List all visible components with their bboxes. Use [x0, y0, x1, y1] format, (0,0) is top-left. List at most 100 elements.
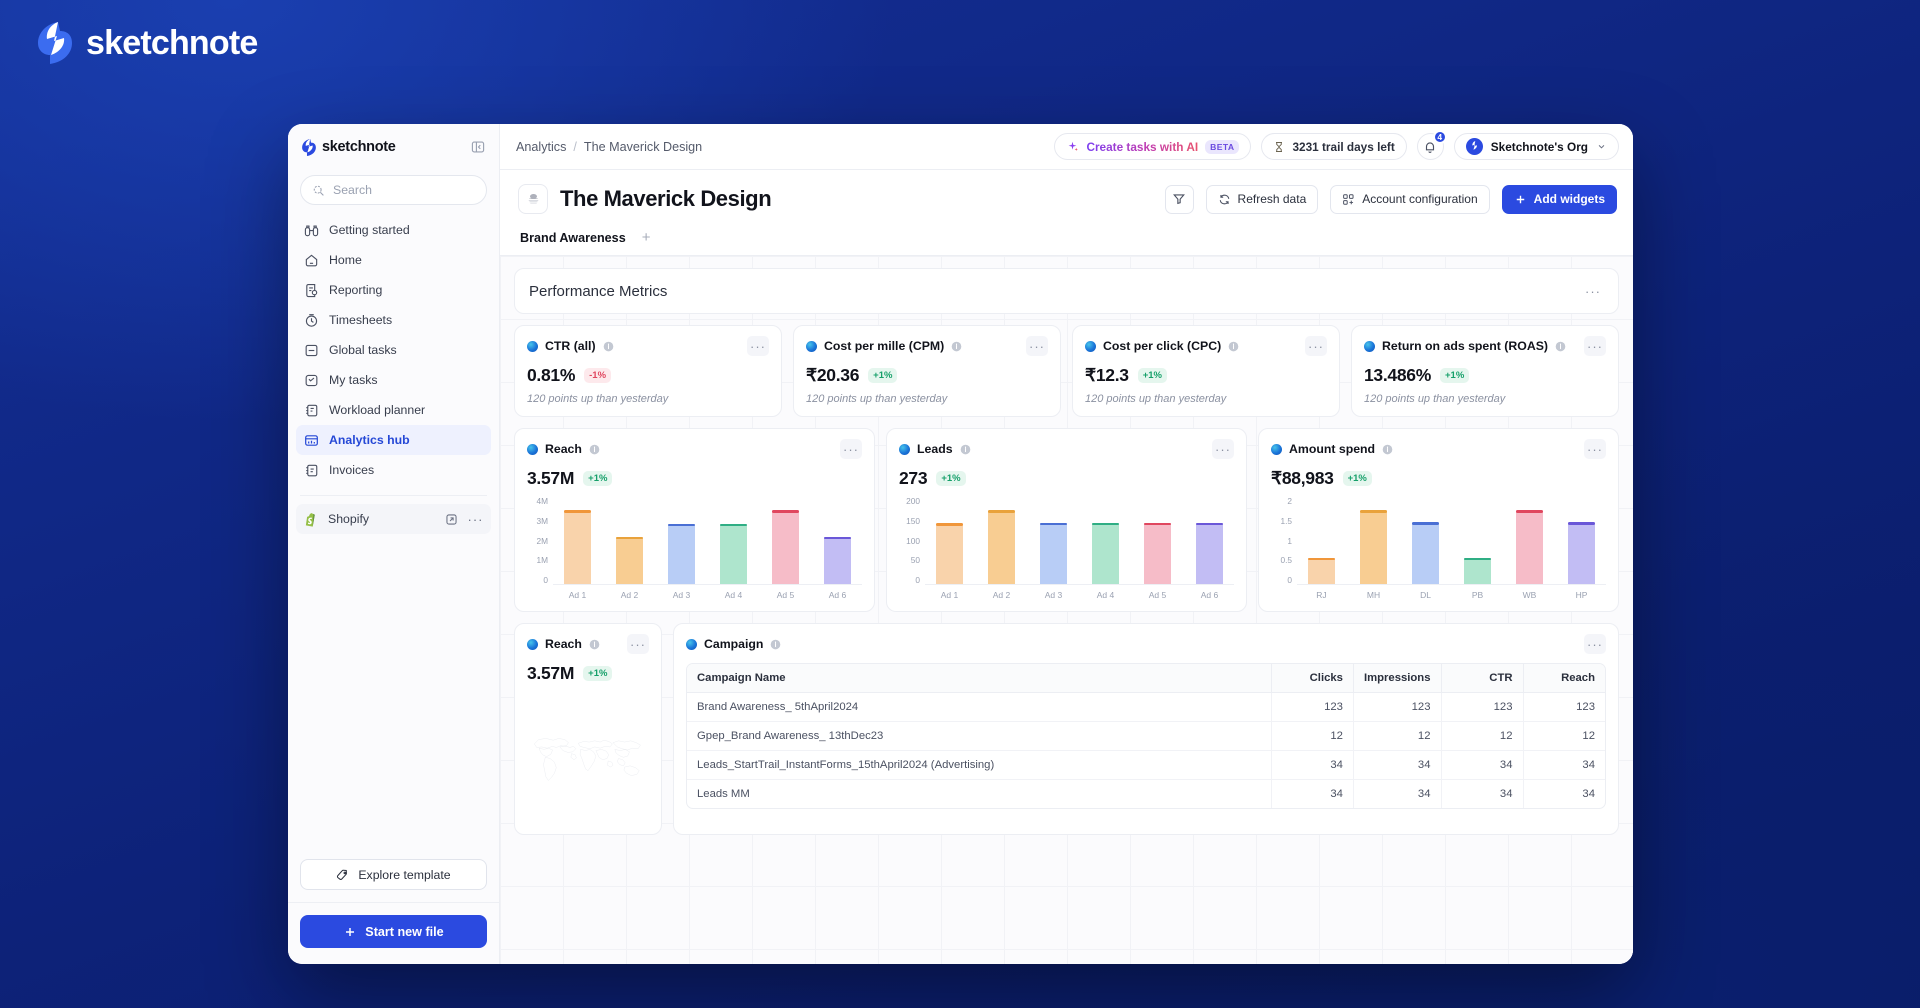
sidebar-item-reporting[interactable]: Reporting	[296, 275, 491, 305]
start-new-file-button[interactable]: Start new file	[300, 915, 487, 948]
filter-button[interactable]	[1164, 184, 1194, 214]
sidebar-item-invoices[interactable]: Invoices	[296, 455, 491, 485]
info-icon[interactable]	[589, 444, 600, 455]
more-icon[interactable]: ···	[1584, 336, 1606, 356]
bar[interactable]	[1039, 522, 1068, 584]
bar-column	[605, 496, 654, 584]
org-name: Sketchnote's Org	[1490, 139, 1588, 154]
bar-column	[1505, 496, 1554, 584]
table-row[interactable]: Brand Awareness_ 5thApril2024 123 123 123 12…	[687, 692, 1605, 722]
more-icon[interactable]: ···	[627, 634, 649, 654]
sidebar-item-timesheets[interactable]: Timesheets	[296, 305, 491, 335]
more-icon[interactable]: ···	[1584, 634, 1606, 654]
binoculars-icon	[304, 223, 319, 238]
table-column-header[interactable]: Clicks	[1271, 664, 1354, 693]
info-icon[interactable]	[589, 639, 600, 650]
bar[interactable]	[563, 510, 592, 584]
add-widgets-button[interactable]: Add widgets	[1501, 184, 1617, 214]
info-icon[interactable]	[1382, 444, 1393, 455]
bars	[925, 496, 1234, 585]
info-icon[interactable]	[603, 341, 614, 352]
add-tab-button[interactable]: +	[642, 229, 651, 250]
bar[interactable]	[1515, 510, 1544, 584]
bar[interactable]	[823, 536, 852, 584]
account-configuration-button[interactable]: Account configuration	[1330, 184, 1490, 214]
bar[interactable]	[1143, 522, 1172, 584]
more-icon[interactable]: ···	[468, 512, 483, 527]
y-tick: 0	[915, 575, 920, 585]
refresh-data-button[interactable]: Refresh data	[1205, 184, 1319, 214]
bar-column	[709, 496, 758, 584]
trial-days-pill[interactable]: 3231 trail days left	[1261, 133, 1407, 160]
bar[interactable]	[1567, 522, 1596, 584]
more-icon[interactable]: ···	[1584, 439, 1606, 459]
x-tick: Ad 3	[672, 590, 691, 600]
sidebar-item-getting-started[interactable]: Getting started	[296, 215, 491, 245]
table-cell: 12	[1441, 721, 1524, 751]
bar[interactable]	[987, 510, 1016, 584]
breadcrumb-root[interactable]: Analytics	[516, 140, 566, 154]
info-icon[interactable]	[1555, 341, 1566, 352]
bar[interactable]	[935, 523, 964, 584]
bar-cap	[667, 523, 696, 526]
bar-cap	[1359, 510, 1388, 513]
kpi-card-cpc: Cost per click (CPC) ··· ₹12.3 +1% 120 p…	[1072, 325, 1340, 417]
x-tick: MH	[1366, 590, 1381, 600]
collapse-panel-icon[interactable]	[469, 138, 487, 156]
kpi-title: CTR (all)	[545, 339, 596, 353]
chart-delta-badge: +1%	[936, 471, 966, 486]
org-selector[interactable]: Sketchnote's Org	[1453, 133, 1619, 160]
kpi-title: Return on ads spent (ROAS)	[1382, 339, 1549, 353]
table-column-header[interactable]: Campaign Name	[687, 664, 1272, 693]
table-column-header[interactable]: Impressions	[1353, 664, 1442, 693]
more-icon[interactable]: ···	[747, 336, 769, 356]
more-icon[interactable]: ···	[1026, 336, 1048, 356]
more-icon[interactable]: ···	[1212, 439, 1234, 459]
notifications-button[interactable]: 4	[1416, 130, 1447, 160]
y-tick: 100	[906, 535, 920, 546]
sidebar-item-analytics-hub[interactable]: Analytics hub	[296, 425, 491, 455]
x-tick: WB	[1522, 590, 1537, 600]
info-icon[interactable]	[960, 444, 971, 455]
table-widget-campaign: Campaign ··· Campaign Name Clicks Impressi…	[673, 623, 1619, 835]
info-icon[interactable]	[770, 639, 781, 650]
more-icon[interactable]: ···	[1305, 336, 1327, 356]
search-input[interactable]: Search	[300, 175, 487, 205]
bar-column	[1557, 496, 1606, 584]
external-link-icon[interactable]	[444, 512, 459, 527]
chart-row: Reach ··· 3.57M +1% 4M 3M 2M 1M 0 Ad 1 Ad 2 Ad…	[514, 428, 1619, 612]
sidebar-item-my-tasks[interactable]: My tasks	[296, 365, 491, 395]
chart-widget-reach: Reach ··· 3.57M +1% 4M 3M 2M 1M 0 Ad 1 Ad 2 Ad…	[514, 428, 875, 612]
create-tasks-with-ai-button[interactable]: Create tasks with AI BETA	[1054, 133, 1252, 160]
table-column-header[interactable]: CTR	[1441, 664, 1524, 693]
bar-cap	[771, 510, 800, 513]
tab-brand-awareness[interactable]: Brand Awareness	[518, 224, 628, 255]
table-row[interactable]: Leads MM 34 34 34 34	[687, 779, 1605, 808]
bar[interactable]	[1307, 557, 1336, 584]
info-icon[interactable]	[951, 341, 962, 352]
bar[interactable]	[1359, 510, 1388, 584]
more-icon[interactable]: ···	[840, 439, 862, 459]
bar[interactable]	[667, 523, 696, 584]
sidebar-app-shopify[interactable]: Shopify ···	[296, 504, 491, 534]
bar[interactable]	[771, 510, 800, 584]
bar[interactable]	[719, 523, 748, 584]
sidebar-item-workload-planner[interactable]: Workload planner	[296, 395, 491, 425]
table-row[interactable]: Leads_StartTrail_InstantForms_15thApril2…	[687, 750, 1605, 780]
bar[interactable]	[615, 536, 644, 584]
bar[interactable]	[1195, 522, 1224, 584]
bar[interactable]	[1411, 522, 1440, 584]
table-column-header[interactable]: Reach	[1523, 664, 1605, 693]
metric-dot-icon	[806, 340, 817, 352]
bar[interactable]	[1463, 557, 1492, 584]
table-title: Campaign	[704, 637, 764, 651]
bar[interactable]	[1091, 522, 1120, 584]
table-row[interactable]: Gpep_Brand Awareness_ 13thDec23 12 12 12 12	[687, 721, 1605, 751]
sidebar-item-global-tasks[interactable]: Global tasks	[296, 335, 491, 365]
more-icon[interactable]: ···	[1582, 281, 1604, 301]
bar-column	[1133, 496, 1182, 584]
info-icon[interactable]	[1228, 341, 1239, 352]
explore-template-button[interactable]: Explore template	[300, 859, 487, 890]
sidebar-item-home[interactable]: Home	[296, 245, 491, 275]
bar-column	[925, 496, 974, 584]
